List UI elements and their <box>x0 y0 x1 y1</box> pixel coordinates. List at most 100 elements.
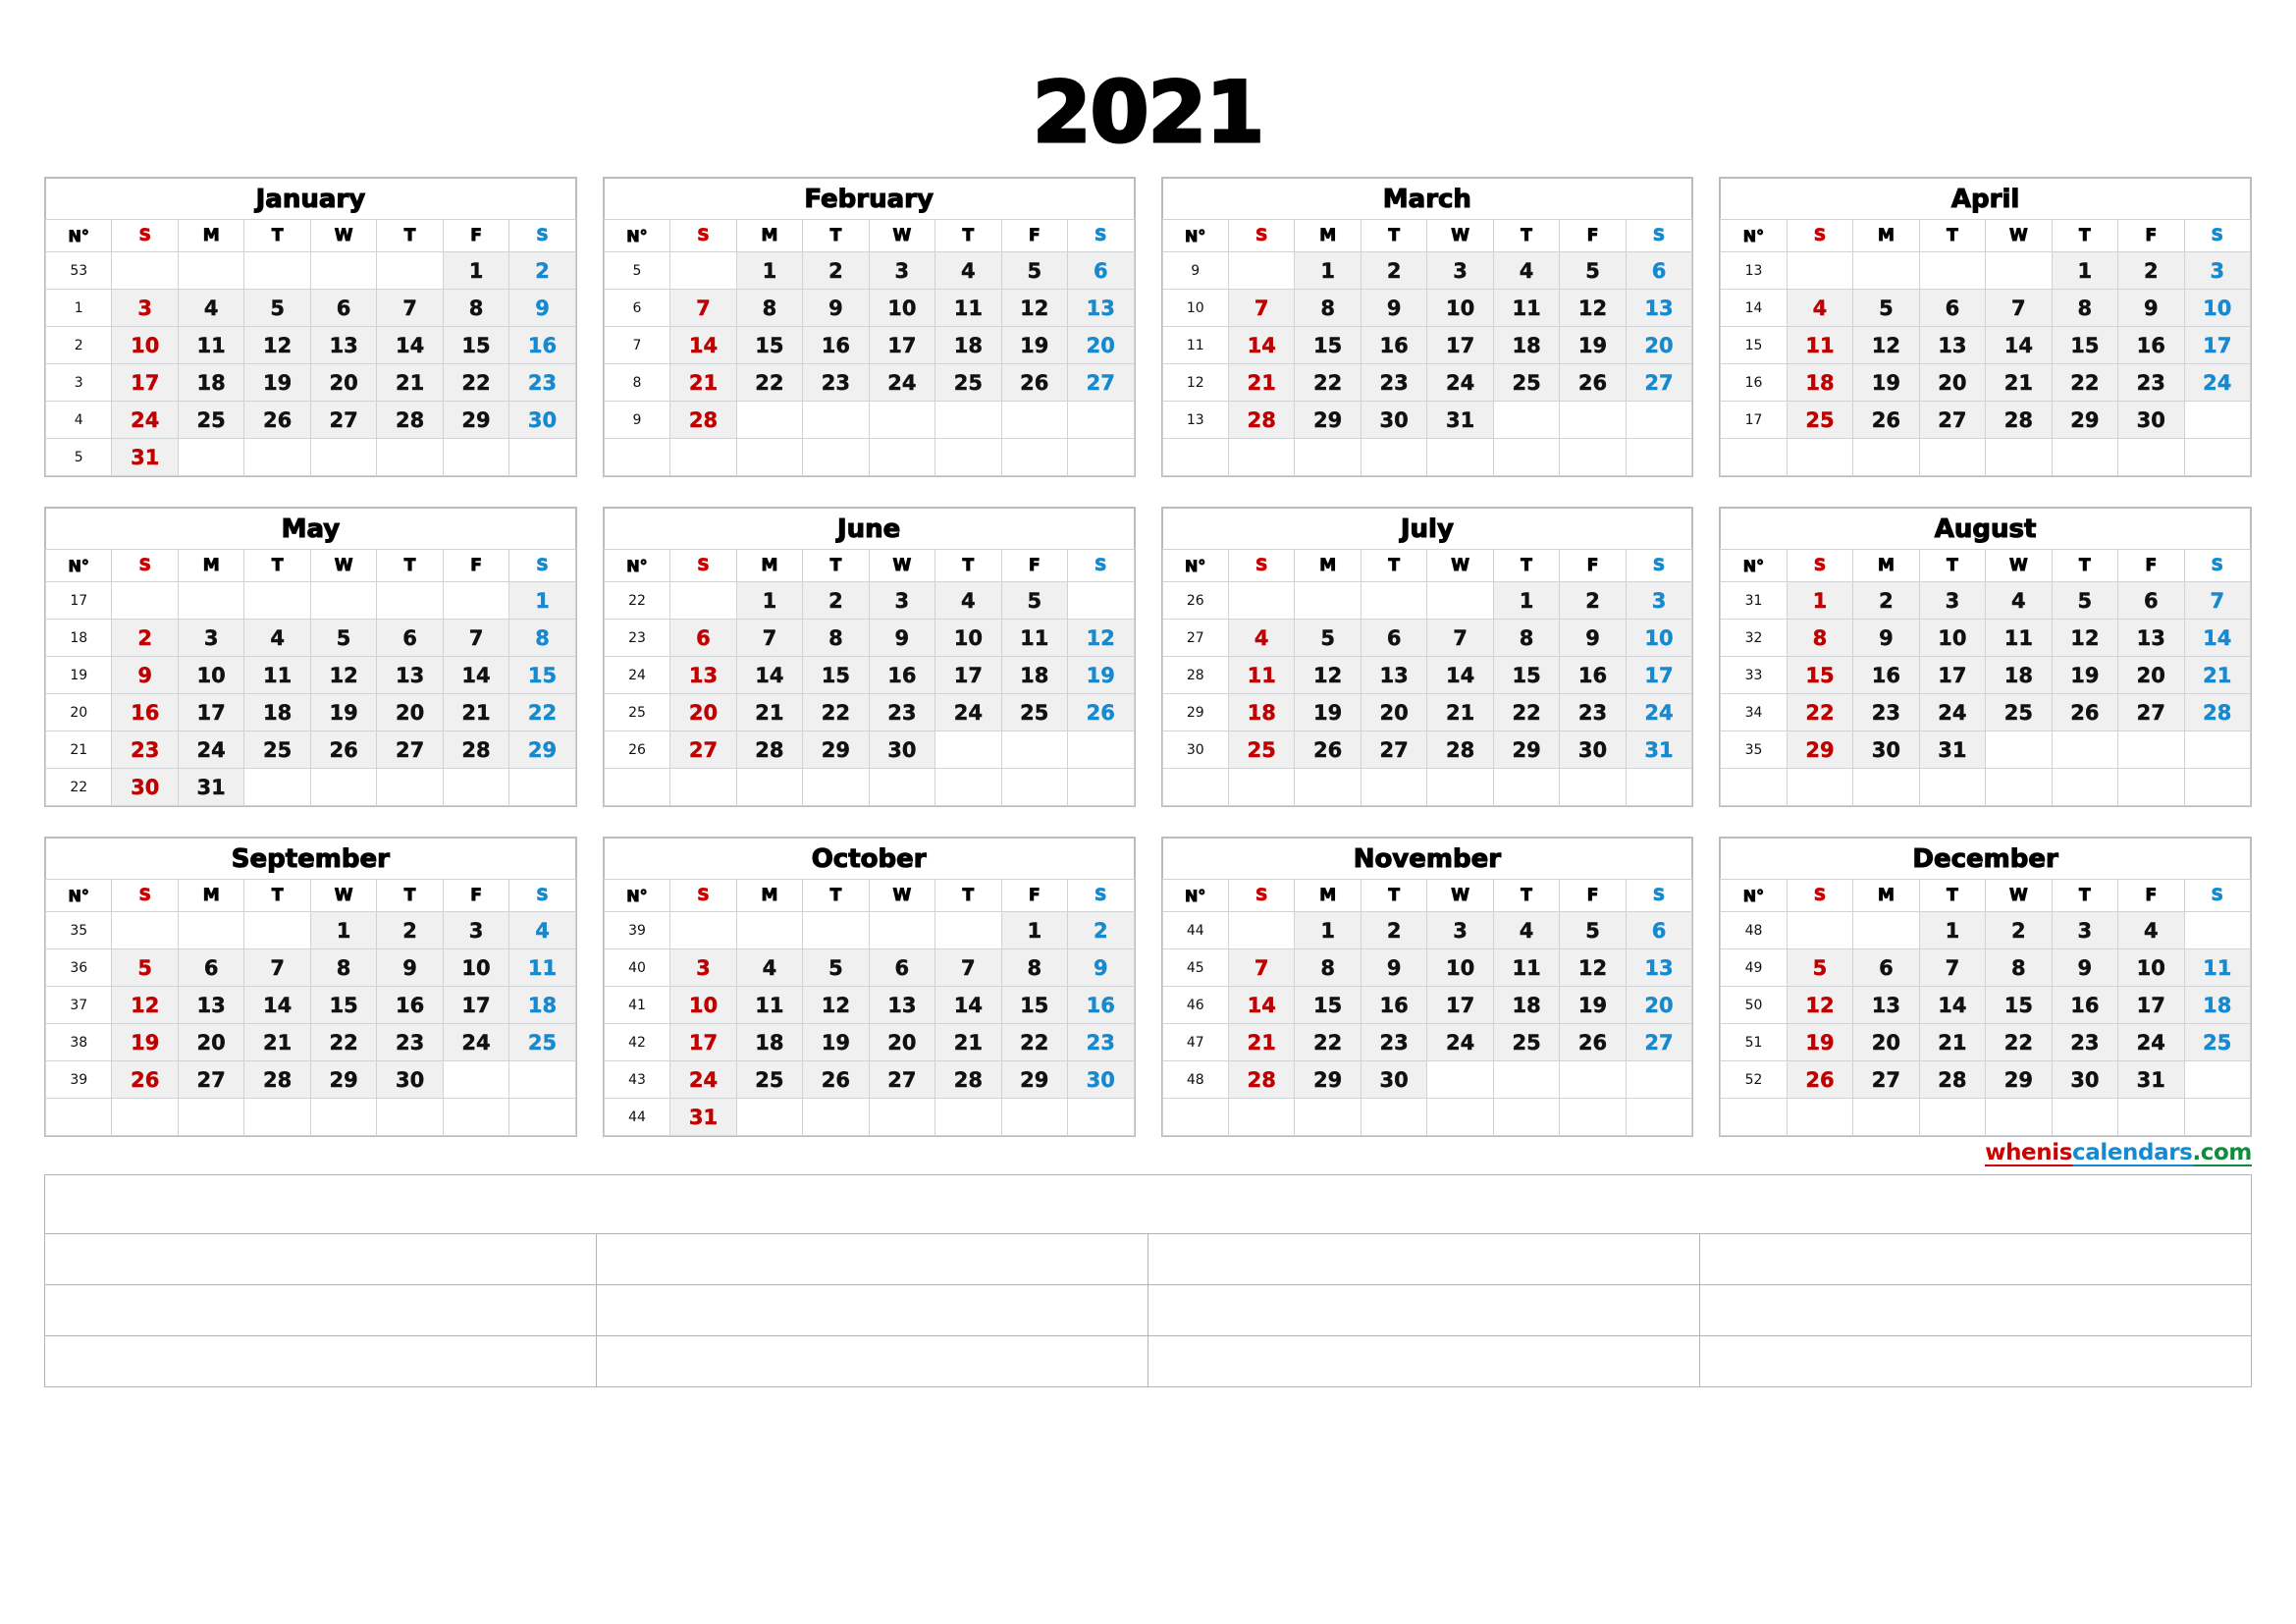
day-cell[interactable]: 16 <box>1559 656 1627 694</box>
day-cell[interactable]: 15 <box>735 326 804 364</box>
day-cell[interactable]: 19 <box>1559 986 1627 1024</box>
day-cell[interactable]: 29 <box>309 1060 378 1099</box>
day-cell[interactable]: 2 <box>1985 911 2053 949</box>
day-cell[interactable]: 30 <box>1067 1060 1135 1099</box>
day-cell[interactable]: 25 <box>508 1023 576 1061</box>
day-cell[interactable]: 16 <box>2051 986 2119 1024</box>
day-cell[interactable]: 3 <box>669 948 737 987</box>
day-cell[interactable]: 27 <box>309 401 378 439</box>
day-cell[interactable]: 12 <box>1559 289 1627 327</box>
day-cell[interactable]: 9 <box>1559 619 1627 657</box>
day-cell[interactable]: 2 <box>111 619 179 657</box>
day-cell[interactable]: 18 <box>1492 986 1561 1024</box>
day-cell[interactable]: 19 <box>1000 326 1069 364</box>
day-cell[interactable]: 5 <box>802 948 870 987</box>
day-cell[interactable]: 1 <box>309 911 378 949</box>
day-cell[interactable]: 20 <box>1852 1023 1920 1061</box>
day-cell[interactable]: 25 <box>1000 693 1069 731</box>
day-cell[interactable]: 2 <box>376 911 444 949</box>
day-cell[interactable]: 5 <box>1559 911 1627 949</box>
day-cell[interactable]: 17 <box>442 986 510 1024</box>
day-cell[interactable]: 23 <box>1067 1023 1135 1061</box>
day-cell[interactable]: 15 <box>1294 986 1362 1024</box>
day-cell[interactable]: 9 <box>111 656 179 694</box>
day-cell[interactable]: 15 <box>442 326 510 364</box>
day-cell[interactable]: 17 <box>2117 986 2185 1024</box>
day-cell[interactable]: 10 <box>1426 289 1494 327</box>
day-cell[interactable]: 21 <box>934 1023 1002 1061</box>
day-cell[interactable]: 20 <box>1625 326 1693 364</box>
day-cell[interactable]: 10 <box>1426 948 1494 987</box>
notes-cell[interactable] <box>1699 1335 2252 1387</box>
day-cell[interactable]: 13 <box>669 656 737 694</box>
day-cell[interactable]: 23 <box>802 363 870 402</box>
day-cell[interactable]: 22 <box>735 363 804 402</box>
day-cell[interactable]: 20 <box>1360 693 1428 731</box>
day-cell[interactable]: 18 <box>508 986 576 1024</box>
day-cell[interactable]: 24 <box>1426 363 1494 402</box>
day-cell[interactable]: 28 <box>1985 401 2053 439</box>
day-cell[interactable]: 6 <box>1625 251 1693 290</box>
day-cell[interactable]: 8 <box>1985 948 2053 987</box>
day-cell[interactable]: 8 <box>1000 948 1069 987</box>
day-cell[interactable]: 4 <box>1227 619 1296 657</box>
day-cell[interactable]: 3 <box>111 289 179 327</box>
day-cell[interactable]: 3 <box>2051 911 2119 949</box>
day-cell[interactable]: 3 <box>868 251 936 290</box>
day-cell[interactable]: 29 <box>1786 731 1854 769</box>
day-cell[interactable]: 11 <box>1227 656 1296 694</box>
day-cell[interactable]: 20 <box>309 363 378 402</box>
day-cell[interactable]: 20 <box>669 693 737 731</box>
day-cell[interactable]: 10 <box>1625 619 1693 657</box>
day-cell[interactable]: 12 <box>2051 619 2119 657</box>
day-cell[interactable]: 12 <box>1067 619 1135 657</box>
day-cell[interactable]: 12 <box>1559 948 1627 987</box>
day-cell[interactable]: 28 <box>2183 693 2252 731</box>
day-cell[interactable]: 18 <box>177 363 245 402</box>
day-cell[interactable]: 16 <box>1360 326 1428 364</box>
day-cell[interactable]: 25 <box>1786 401 1854 439</box>
day-cell[interactable]: 21 <box>1985 363 2053 402</box>
day-cell[interactable]: 29 <box>2051 401 2119 439</box>
day-cell[interactable]: 29 <box>442 401 510 439</box>
day-cell[interactable]: 16 <box>508 326 576 364</box>
day-cell[interactable]: 23 <box>508 363 576 402</box>
day-cell[interactable]: 11 <box>1492 948 1561 987</box>
day-cell[interactable]: 12 <box>1000 289 1069 327</box>
day-cell[interactable]: 15 <box>1492 656 1561 694</box>
day-cell[interactable]: 14 <box>934 986 1002 1024</box>
day-cell[interactable]: 17 <box>868 326 936 364</box>
day-cell[interactable]: 29 <box>1000 1060 1069 1099</box>
day-cell[interactable]: 12 <box>1294 656 1362 694</box>
day-cell[interactable]: 27 <box>669 731 737 769</box>
day-cell[interactable]: 20 <box>868 1023 936 1061</box>
day-cell[interactable]: 26 <box>309 731 378 769</box>
day-cell[interactable]: 2 <box>508 251 576 290</box>
day-cell[interactable]: 13 <box>177 986 245 1024</box>
day-cell[interactable]: 19 <box>111 1023 179 1061</box>
day-cell[interactable]: 17 <box>1426 986 1494 1024</box>
day-cell[interactable]: 26 <box>1786 1060 1854 1099</box>
day-cell[interactable]: 16 <box>1852 656 1920 694</box>
day-cell[interactable]: 13 <box>1360 656 1428 694</box>
day-cell[interactable]: 17 <box>177 693 245 731</box>
day-cell[interactable]: 30 <box>111 768 179 806</box>
day-cell[interactable]: 25 <box>243 731 311 769</box>
day-cell[interactable]: 21 <box>669 363 737 402</box>
day-cell[interactable]: 22 <box>1294 363 1362 402</box>
day-cell[interactable]: 27 <box>1625 363 1693 402</box>
notes-cell[interactable] <box>1148 1284 1700 1336</box>
day-cell[interactable]: 15 <box>1786 656 1854 694</box>
day-cell[interactable]: 3 <box>1426 911 1494 949</box>
day-cell[interactable]: 23 <box>1360 1023 1428 1061</box>
day-cell[interactable]: 16 <box>2117 326 2185 364</box>
day-cell[interactable]: 27 <box>1918 401 1987 439</box>
day-cell[interactable]: 24 <box>1426 1023 1494 1061</box>
day-cell[interactable]: 13 <box>309 326 378 364</box>
day-cell[interactable]: 28 <box>934 1060 1002 1099</box>
notes-cell[interactable] <box>596 1233 1148 1285</box>
day-cell[interactable]: 1 <box>735 251 804 290</box>
day-cell[interactable]: 11 <box>735 986 804 1024</box>
day-cell[interactable]: 22 <box>1786 693 1854 731</box>
day-cell[interactable]: 12 <box>802 986 870 1024</box>
